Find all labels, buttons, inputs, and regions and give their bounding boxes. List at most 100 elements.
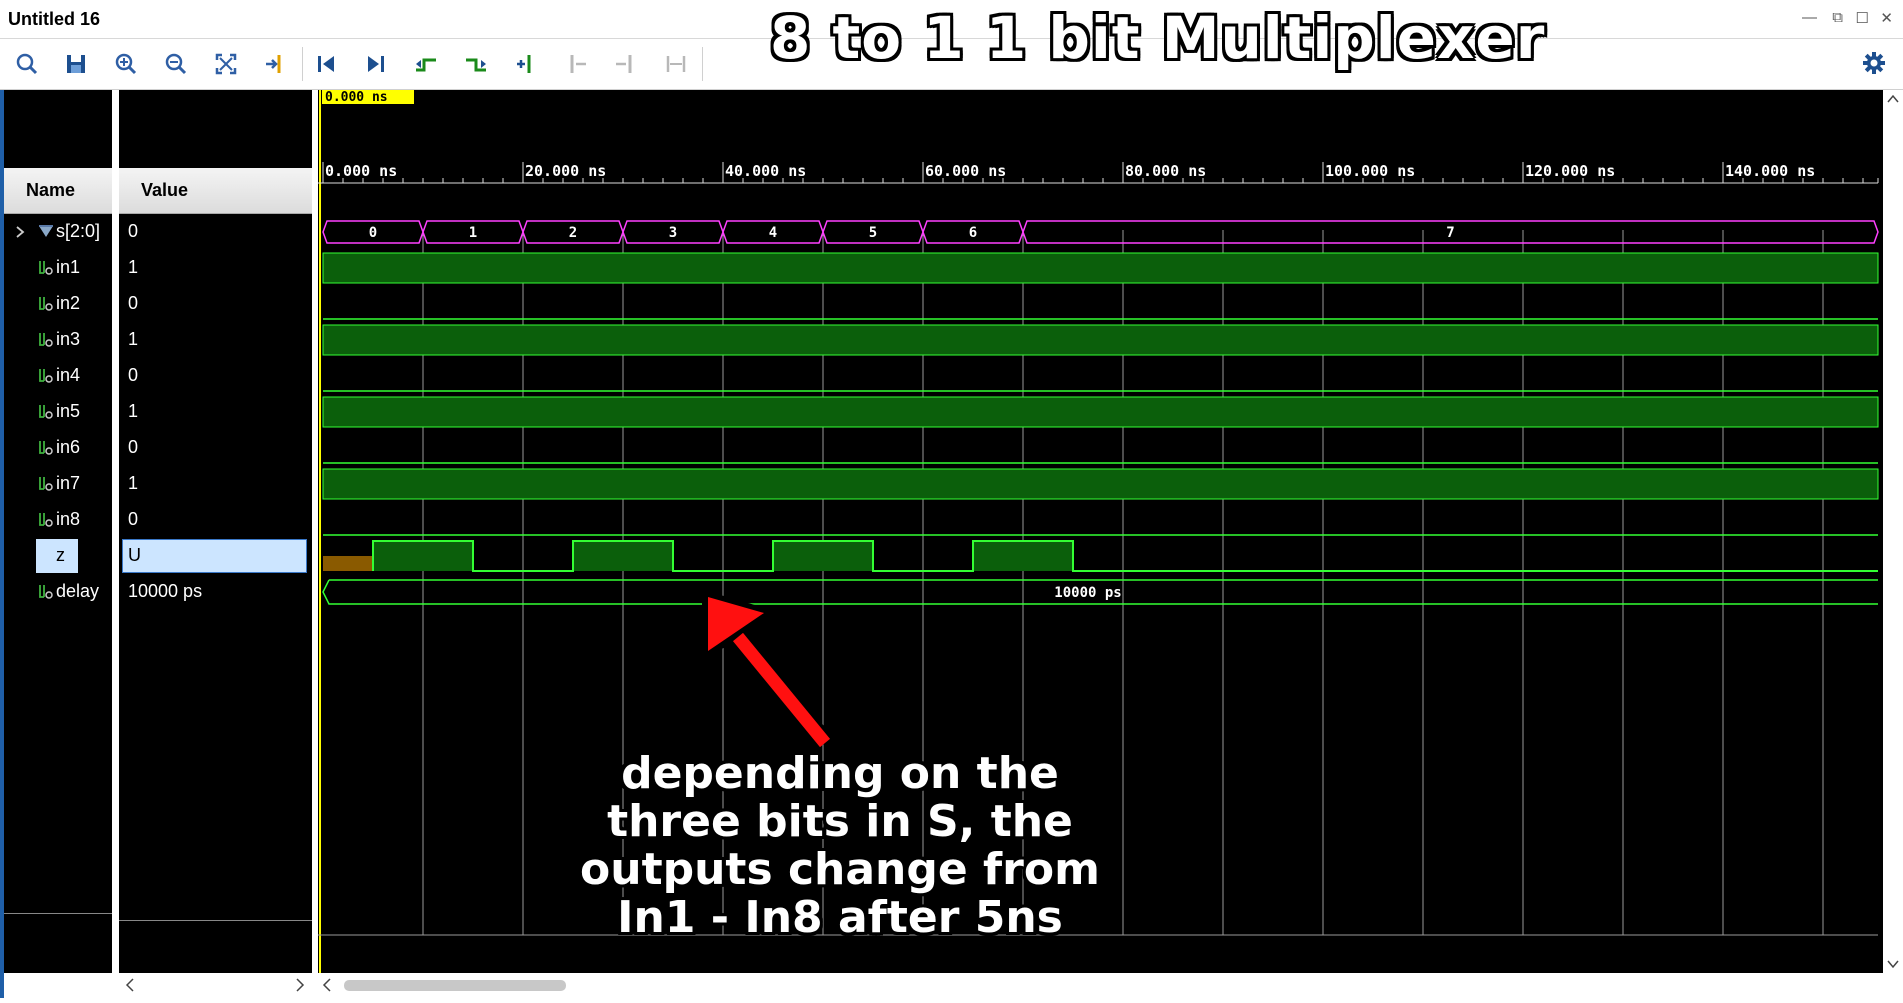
overlay-title: 8 to 1 1 bit Multiplexer: [770, 4, 1546, 72]
signal-icon: [38, 259, 54, 277]
signal-name[interactable]: in4: [56, 365, 80, 386]
delay-wave-label: 10000 ps: [1054, 585, 1121, 601]
signal-value: 0: [128, 293, 139, 313]
z-high-fill: [373, 541, 473, 571]
time-axis-label: 140.000 ns: [1725, 162, 1815, 180]
bit-high-wave: [322, 252, 1879, 284]
waveform-horizontal-scrollbar[interactable]: [318, 973, 1903, 998]
signal-icon: [38, 439, 54, 457]
bus-segment-label: 4: [769, 225, 777, 241]
window-title: Untitled 16: [8, 9, 101, 29]
signal-value: U: [128, 545, 141, 565]
signal-value: 1: [128, 329, 139, 349]
time-axis-label: 120.000 ns: [1525, 162, 1615, 180]
zoom-fit-icon[interactable]: [212, 50, 240, 78]
signal-name[interactable]: in1: [56, 257, 80, 278]
previous-transition-icon[interactable]: [412, 50, 440, 78]
expand-chevron-icon[interactable]: [14, 223, 26, 241]
value-column-label: Value: [141, 180, 189, 200]
signal-icon: [38, 367, 54, 385]
signal-name[interactable]: in3: [56, 329, 80, 350]
cursor-time-label: 0.000 ns: [325, 90, 388, 105]
signal-name[interactable]: delay: [56, 581, 99, 602]
time-axis-label: 60.000 ns: [925, 162, 1006, 180]
vertical-scrollbar[interactable]: [1883, 90, 1903, 973]
signal-icon: [38, 403, 54, 421]
signal-name[interactable]: s[2:0]: [56, 221, 100, 242]
go-to-cursor-icon[interactable]: [262, 50, 290, 78]
signal-value: 1: [128, 473, 139, 493]
signal-value: 1: [128, 401, 139, 421]
previous-marker-icon[interactable]: [562, 50, 590, 78]
maximize-icon[interactable]: ☐: [1856, 9, 1869, 27]
swap-cursors-icon[interactable]: [662, 50, 690, 78]
signal-icon: [38, 295, 54, 313]
signal-name[interactable]: in2: [56, 293, 80, 314]
annotation-line: depending on the: [621, 748, 1059, 799]
signal-value: 0: [128, 437, 139, 457]
annotation-text: depending on the three bits in S, the ou…: [560, 750, 1120, 942]
signal-name[interactable]: in6: [56, 437, 80, 458]
go-to-end-icon[interactable]: [362, 50, 390, 78]
signal-icon: [38, 583, 54, 601]
signal-icon: [38, 475, 54, 493]
zoom-out-icon[interactable]: [162, 50, 190, 78]
signal-value: 0: [128, 365, 139, 385]
signal-value: 0: [128, 221, 139, 241]
signal-name[interactable]: in7: [56, 473, 80, 494]
signal-name[interactable]: z: [56, 545, 65, 566]
signal-value: 0: [128, 509, 139, 529]
close-icon[interactable]: ✕: [1880, 9, 1893, 27]
bus-segment-label: 3: [669, 225, 677, 241]
bus-segment-label: 5: [869, 225, 877, 241]
signal-icon: [38, 511, 54, 529]
signal-value-panel: [119, 90, 312, 973]
panel-divider: [4, 913, 112, 914]
time-axis-label: 100.000 ns: [1325, 162, 1415, 180]
z-undefined-wave: [323, 556, 373, 571]
bus-segment-label: 7: [1446, 225, 1454, 241]
signal-value: 10000 ps: [128, 581, 203, 601]
signal-name[interactable]: in8: [56, 509, 80, 530]
search-icon[interactable]: [13, 50, 41, 78]
bus-icon: [38, 223, 54, 241]
bit-high-wave: [322, 324, 1879, 356]
value-column-header[interactable]: Value: [119, 168, 312, 214]
zoom-in-icon[interactable]: [112, 50, 140, 78]
name-column-header[interactable]: Name: [4, 168, 112, 214]
minimize-icon[interactable]: —: [1802, 9, 1817, 26]
signal-icon: [38, 331, 54, 349]
bit-high-wave: [322, 396, 1879, 428]
signal-value: 1: [128, 257, 139, 277]
next-transition-icon[interactable]: [462, 50, 490, 78]
panel-divider: [119, 920, 312, 921]
z-high-fill: [573, 541, 673, 571]
save-icon[interactable]: [62, 50, 90, 78]
annotation-line: outputs change from: [580, 844, 1100, 895]
name-column-label: Name: [26, 180, 76, 200]
bus-segment-label: 2: [569, 225, 577, 241]
bus-segment-label: 1: [469, 225, 477, 241]
z-high-fill: [973, 541, 1073, 571]
selected-value-highlight: [122, 539, 307, 573]
toolbar-separator: [702, 47, 703, 81]
time-axis-label: 80.000 ns: [1125, 162, 1206, 180]
annotation-arrow: [702, 591, 833, 750]
annotation-line: In1 - In8 after 5ns: [617, 892, 1063, 943]
bus-segment-label: 6: [969, 225, 977, 241]
toolbar-separator: [302, 47, 303, 81]
bit-high-wave: [322, 468, 1879, 500]
add-marker-icon[interactable]: [512, 50, 540, 78]
time-axis-label: 40.000 ns: [725, 162, 806, 180]
time-axis-label: 0.000 ns: [325, 162, 397, 180]
go-to-start-icon[interactable]: [312, 50, 340, 78]
z-high-fill: [773, 541, 873, 571]
value-horizontal-scrollbar[interactable]: [119, 973, 312, 998]
annotation-line: three bits in S, the: [607, 796, 1073, 847]
bus-segment-label: 0: [369, 225, 377, 241]
gear-icon[interactable]: [1861, 50, 1887, 76]
restore-icon[interactable]: ⧉: [1832, 9, 1843, 26]
next-marker-icon[interactable]: [612, 50, 640, 78]
signal-name[interactable]: in5: [56, 401, 80, 422]
time-axis-label: 20.000 ns: [525, 162, 606, 180]
